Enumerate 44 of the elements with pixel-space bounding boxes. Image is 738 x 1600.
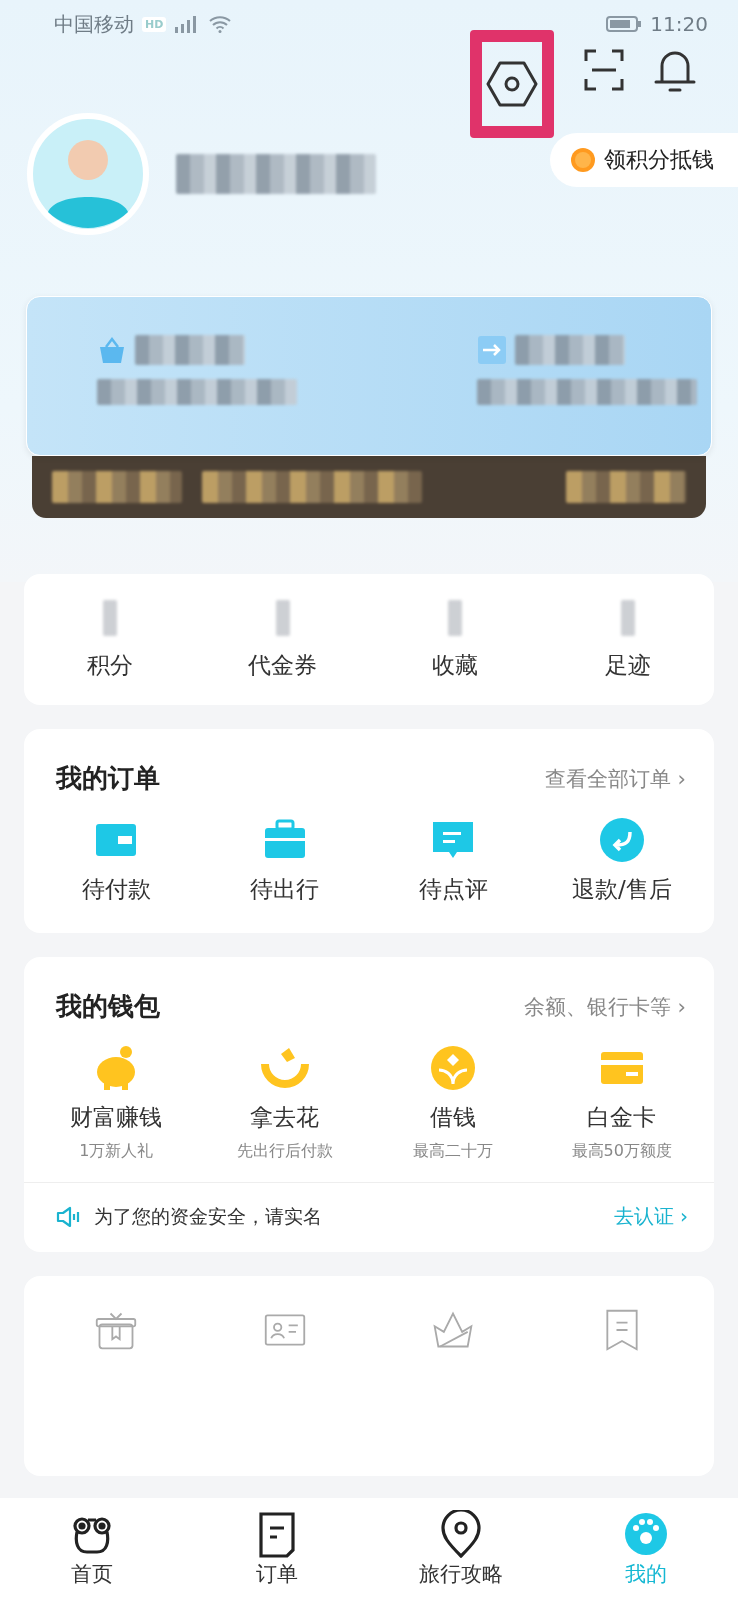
arrow-tile-icon [477,335,507,365]
member-banner[interactable] [32,456,706,518]
basket-icon [97,335,127,365]
member-card[interactable] [26,296,712,456]
avatar-icon[interactable] [26,112,150,236]
blurred-text [620,600,635,636]
item-caption: 最高二十万 [413,1141,494,1162]
reward-button[interactable]: 领积分抵钱 [550,133,738,187]
stat-link[interactable]: 代金券 [248,650,318,681]
section-link[interactable]: 查看全部订单 › [544,764,686,793]
tab[interactable]: 订单 [184,1498,369,1600]
item-label[interactable]: 财富赚钱 [70,1102,163,1133]
section-title: 我的订单 [56,762,160,795]
section-link[interactable]: 余额、银行卡等 › [523,992,686,1021]
item-label[interactable]: 拿去花 [250,1102,320,1133]
notice-text: 为了您的资金安全，请实名 [94,1203,323,1229]
carrier-name: 中国移动 [54,10,134,38]
item-label[interactable]: 借钱 [430,1102,477,1133]
item-caption: 1万新人礼 [79,1141,154,1162]
section-title: 我的钱包 [56,990,160,1023]
scan-icon[interactable] [584,49,624,91]
speaker-icon [56,1205,80,1228]
item-label[interactable]: 白金卡 [587,1102,657,1133]
item-label[interactable]: 待出行 [250,874,320,905]
blurred-text [448,600,463,636]
battery-icon [606,15,643,33]
blurred-text [275,600,290,636]
wifi-icon [208,15,233,33]
item-caption: 最高50万额度 [571,1141,672,1162]
item-label[interactable]: 待付款 [81,874,151,905]
item-caption: 先出行后付款 [236,1141,333,1162]
tab[interactable]: 旅行攻略 [369,1498,554,1600]
coin-icon [570,147,596,173]
clock-time: 11:20 [650,12,708,36]
tab[interactable]: 首页 [0,1498,185,1600]
stat-link[interactable]: 足迹 [604,650,651,681]
network-badge: HD [142,16,167,32]
stat-link[interactable]: 收藏 [432,650,479,681]
item-label[interactable]: 待点评 [418,874,488,905]
blurred-text [103,600,118,636]
settings-icon[interactable] [485,60,539,108]
item-label[interactable]: 退款/售后 [571,874,672,905]
return-icon[interactable] [597,816,646,864]
stat-link[interactable]: 积分 [87,650,134,681]
